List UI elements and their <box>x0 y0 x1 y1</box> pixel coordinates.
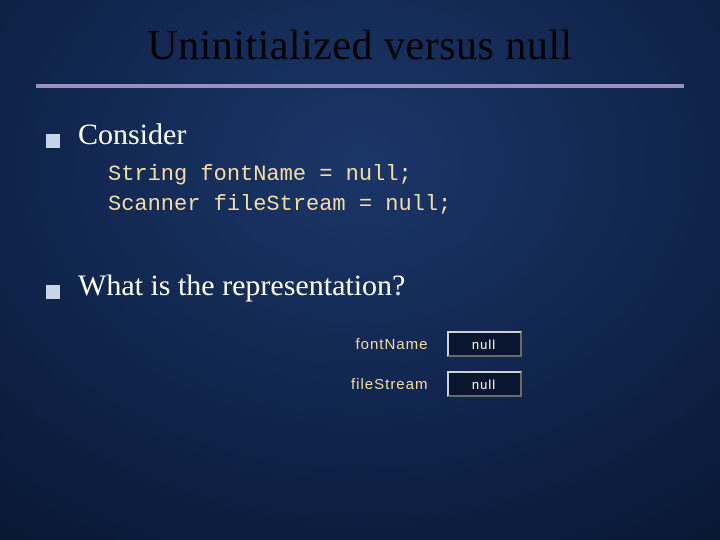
bullet-text: What is the representation? <box>78 269 405 303</box>
slide-title: Uninitialized versus null <box>0 0 720 84</box>
variable-label: fileStream <box>319 376 429 393</box>
title-underline <box>36 84 684 88</box>
diagram-row: fontName null <box>319 331 522 357</box>
code-line: String fontName = null; <box>108 160 674 190</box>
value-box: null <box>447 371 522 397</box>
square-bullet-icon <box>46 134 60 148</box>
code-line: Scanner fileStream = null; <box>108 190 674 220</box>
square-bullet-icon <box>46 285 60 299</box>
slide-content: Consider String fontName = null; Scanner… <box>0 118 720 397</box>
bullet-item: Consider <box>46 118 674 152</box>
value-box: null <box>447 331 522 357</box>
bullet-item: What is the representation? <box>46 269 674 303</box>
bullet-text: Consider <box>78 118 186 152</box>
diagram-row: fileStream null <box>319 371 522 397</box>
variable-label: fontName <box>319 336 429 353</box>
code-block: String fontName = null; Scanner fileStre… <box>108 160 674 219</box>
memory-diagram: fontName null fileStream null <box>46 331 674 397</box>
